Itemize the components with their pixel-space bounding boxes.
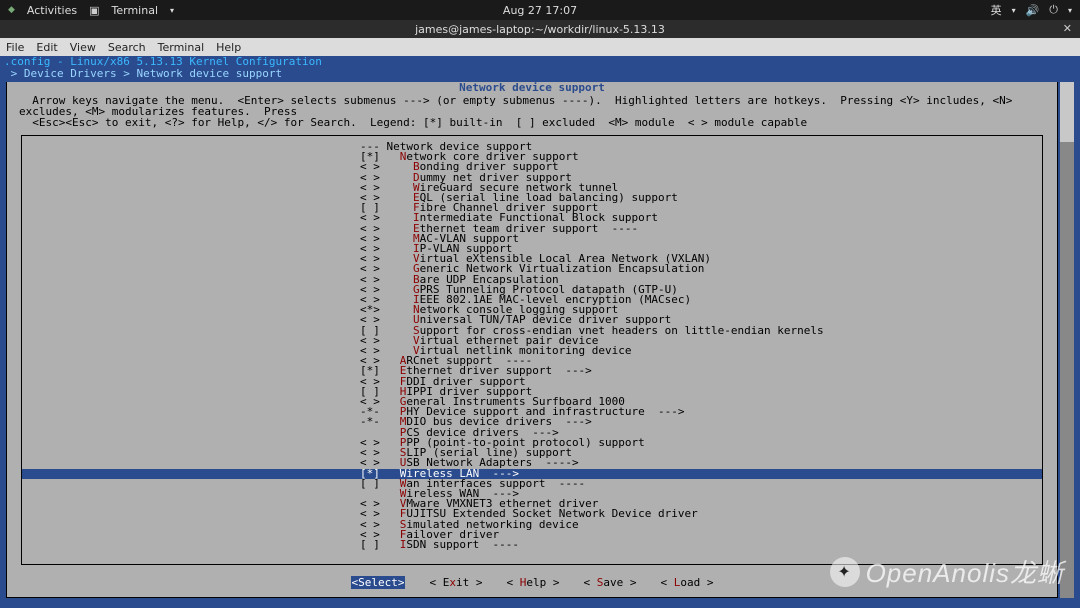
save-button[interactable]: < Save > [583,576,636,589]
system-chevron-icon[interactable]: ▾ [1068,6,1072,15]
menu-item[interactable]: < > MAC-VLAN support [22,234,1042,244]
menu-item[interactable]: [ ] ISDN support ---- [22,540,1042,550]
close-icon[interactable]: ✕ [1063,22,1072,35]
load-button[interactable]: < Load > [660,576,713,589]
activities-icon[interactable]: ◆ [8,5,15,15]
menu-edit[interactable]: Edit [36,41,57,54]
power-icon[interactable]: ⏻ [1049,3,1058,17]
menu-search[interactable]: Search [108,41,146,54]
breadcrumb: > Device Drivers > Network device suppor… [0,68,1080,80]
menu-item[interactable]: [ ] Wan interfaces support ---- [22,479,1042,489]
app-name[interactable]: Terminal [112,4,159,17]
menu-item[interactable]: < > Simulated networking device [22,520,1042,530]
menu-view[interactable]: View [70,41,96,54]
terminal-area: .config - Linux/x86 5.13.13 Kernel Confi… [0,56,1080,608]
gnome-topbar: ◆ Activities ▣ Terminal ▾ Aug 27 17:07 英… [0,0,1080,20]
volume-icon[interactable]: 🔊 [1026,4,1040,17]
menu-file[interactable]: File [6,41,24,54]
window-title: james@james-laptop:~/workdir/linux-5.13.… [415,23,665,36]
menu-item[interactable]: < > Ethernet team driver support ---- [22,224,1042,234]
menu-item[interactable]: [*] Ethernet driver support ---> [22,366,1042,376]
menu-help[interactable]: Help [216,41,241,54]
exit-button[interactable]: < Exit > [429,576,482,589]
dialog-title: Network device support [7,82,1057,94]
option-list[interactable]: --- Network device support[*] Network co… [21,135,1043,565]
clock[interactable]: Aug 27 17:07 [503,4,577,17]
terminal-menubar: File Edit View Search Terminal Help [0,38,1080,56]
select-button[interactable]: <Select> [351,576,406,589]
dialog-instructions: Arrow keys navigate the menu. <Enter> se… [7,94,1057,130]
terminal-app-icon[interactable]: ▣ [89,4,99,17]
menu-item[interactable]: < > USB Network Adapters ----> [22,458,1042,468]
app-menu-chevron-icon[interactable]: ▾ [170,6,174,15]
window-titlebar: james@james-laptop:~/workdir/linux-5.13.… [0,20,1080,38]
menu-item[interactable]: < > Failover driver [22,530,1042,540]
ime-chevron-icon[interactable]: ▾ [1012,6,1016,15]
watermark: ✦ OpenAnolis龙蜥 [830,553,1064,590]
ime-indicator[interactable]: 英 [991,2,1002,18]
scrollbar-thumb[interactable] [1060,82,1074,142]
wechat-icon: ✦ [830,557,860,587]
scrollbar[interactable] [1060,82,1074,598]
help-button[interactable]: < Help > [506,576,559,589]
menuconfig-dialog: Network device support Arrow keys naviga… [6,82,1058,598]
menu-terminal[interactable]: Terminal [158,41,205,54]
activities-button[interactable]: Activities [27,4,77,17]
